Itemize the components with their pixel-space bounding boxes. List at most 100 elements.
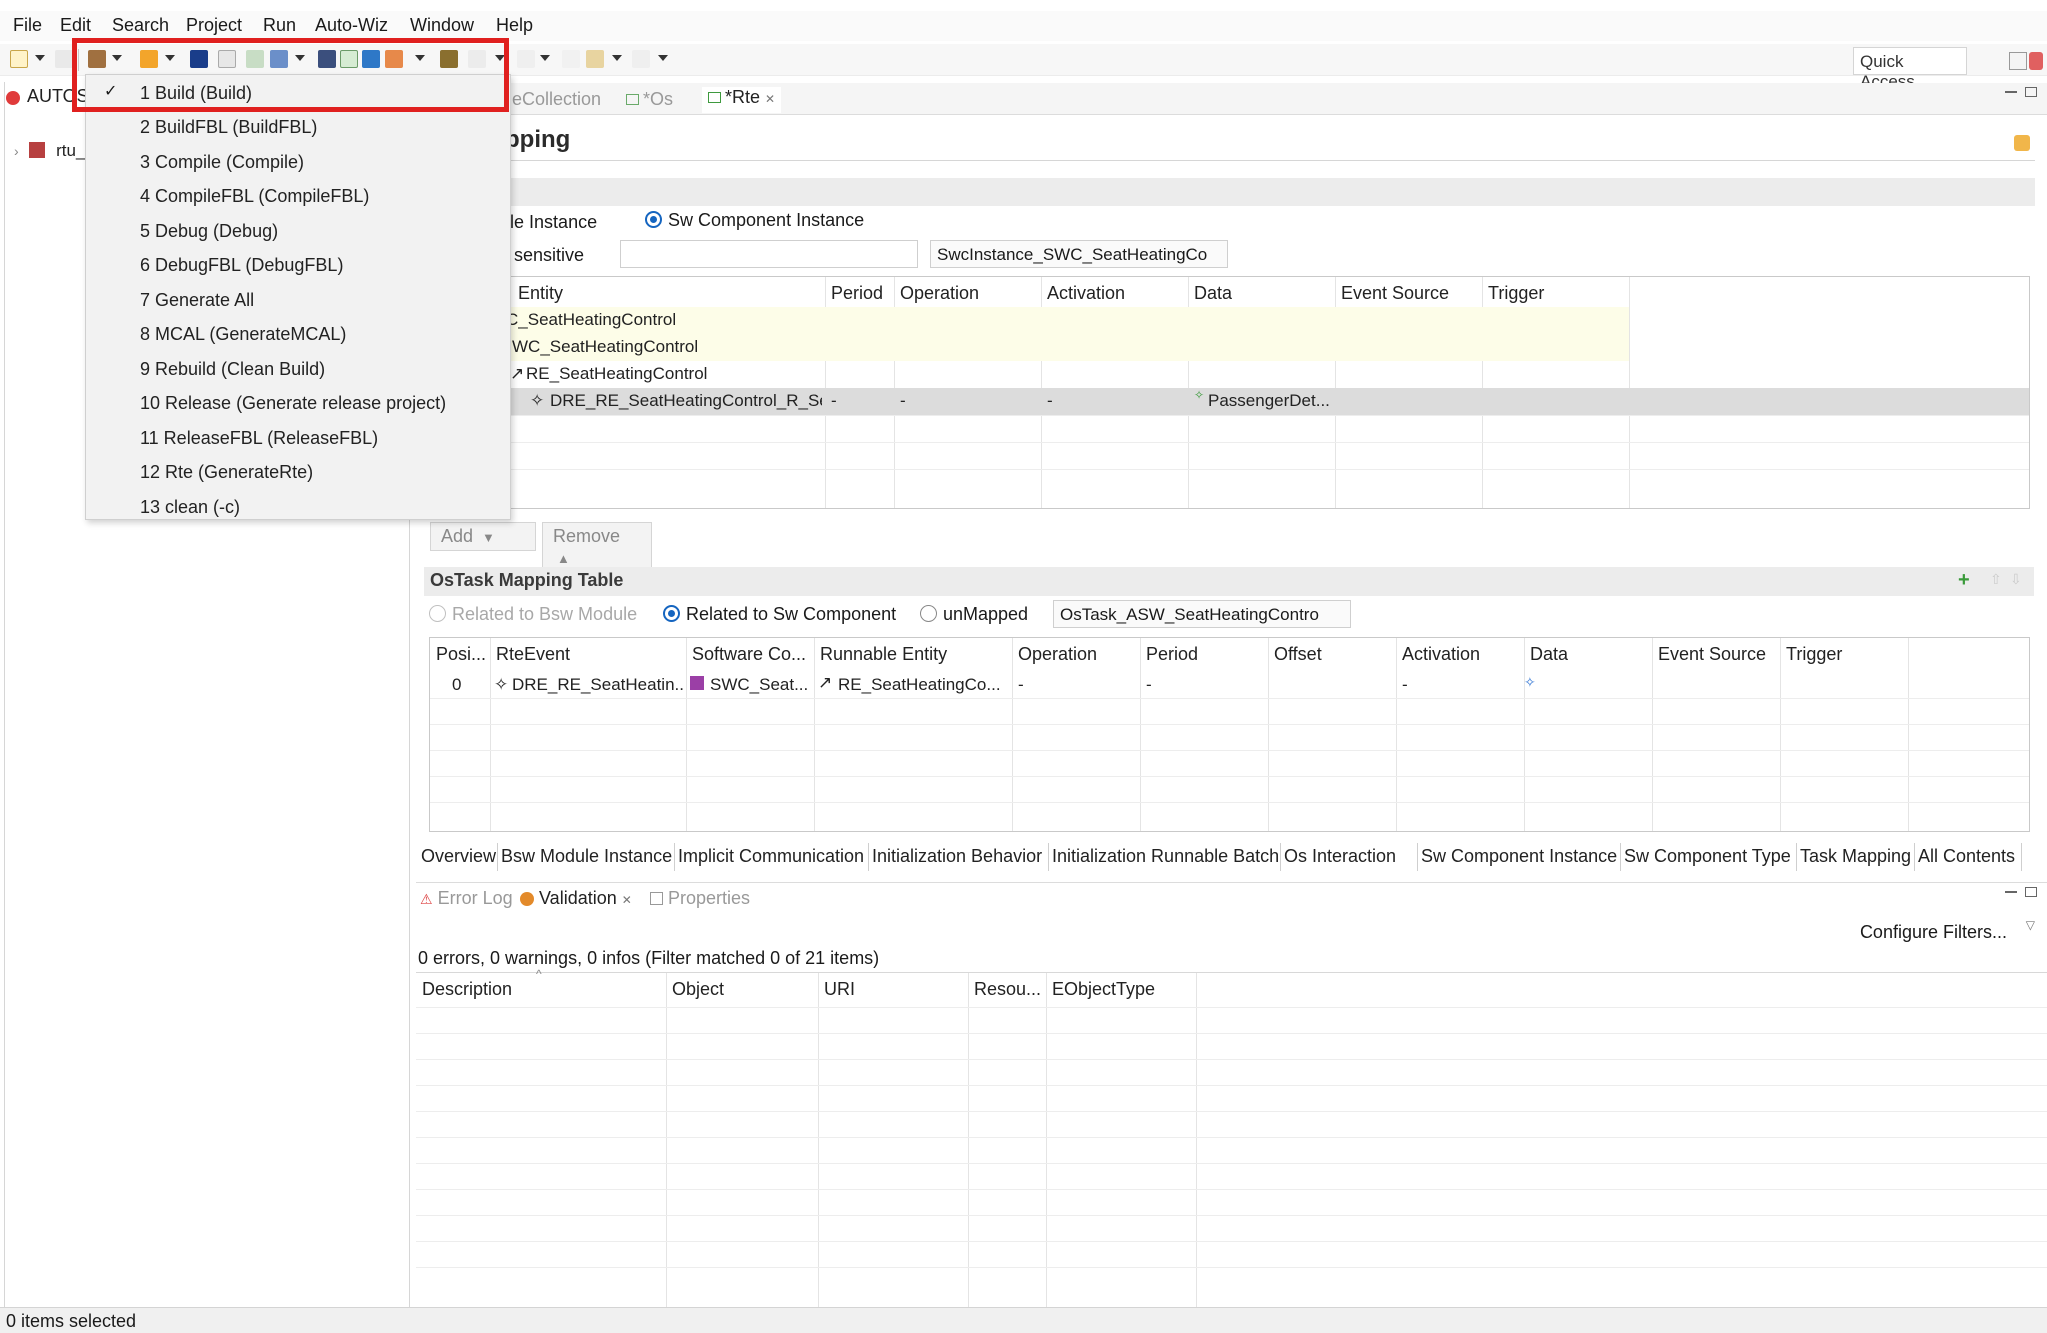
menu-item-rte[interactable]: 12 Rte (GenerateRte) bbox=[140, 462, 313, 483]
autosar-perspective-icon[interactable] bbox=[2029, 52, 2043, 70]
menu-item-releasefbl[interactable]: 11 ReleaseFBL (ReleaseFBL) bbox=[140, 428, 378, 449]
col-header-trigger[interactable]: Trigger bbox=[1488, 283, 1544, 304]
table-row[interactable]: ↗ RE_SeatHeatingControl bbox=[506, 361, 2029, 388]
col-header-data[interactable]: Data bbox=[1530, 644, 1568, 665]
col-header-operation[interactable]: Operation bbox=[1018, 644, 1097, 665]
chevron-down-icon[interactable] bbox=[658, 55, 668, 61]
quick-access-field[interactable]: Quick Access bbox=[1853, 47, 1967, 91]
tab-properties[interactable]: Properties bbox=[650, 888, 750, 909]
tab-implicit-communication[interactable]: Implicit Communication bbox=[675, 843, 869, 871]
menu-item-generate-all[interactable]: 7 Generate All bbox=[140, 290, 254, 311]
ostask-field[interactable]: OsTask_ASW_SeatHeatingContro bbox=[1053, 600, 1351, 628]
back-arrow-icon[interactable] bbox=[586, 50, 604, 68]
menu-file[interactable]: File bbox=[13, 15, 42, 36]
tab-rte[interactable]: *Rte ✕ bbox=[702, 87, 782, 113]
col-header-entity[interactable]: Entity bbox=[518, 283, 563, 304]
move-down-icon[interactable]: ⇩ bbox=[2010, 571, 2022, 588]
col-header-description[interactable]: Description bbox=[422, 979, 512, 1000]
tab-sw-component-instance[interactable]: Sw Component Instance bbox=[1418, 843, 1621, 871]
tab-task-mapping[interactable]: Task Mapping bbox=[1797, 843, 1915, 871]
menu-item-buildfbl[interactable]: 2 BuildFBL (BuildFBL) bbox=[140, 117, 317, 138]
col-header-period[interactable]: Period bbox=[831, 283, 883, 304]
table-row[interactable]: 0 ✧ DRE_RE_SeatHeatin... SWC_Seat... ↗ R… bbox=[430, 672, 2029, 698]
col-header-offset[interactable]: Offset bbox=[1274, 644, 1322, 665]
radio-sw-component-instance[interactable]: Sw Component Instance bbox=[645, 210, 864, 231]
radio-unmapped[interactable]: unMapped bbox=[920, 604, 1028, 625]
tab-os[interactable]: *Os bbox=[626, 89, 673, 110]
new-file-icon[interactable] bbox=[10, 50, 28, 68]
menu-item-debug[interactable]: 5 Debug (Debug) bbox=[140, 221, 278, 242]
tab-validation[interactable]: Validation ✕ bbox=[520, 888, 632, 909]
col-header-position[interactable]: Posi... bbox=[436, 644, 486, 665]
menu-item-rebuild[interactable]: 9 Rebuild (Clean Build) bbox=[140, 359, 325, 380]
tab-sw-component-type[interactable]: Sw Component Type bbox=[1621, 843, 1797, 871]
col-header-rte-event[interactable]: RteEvent bbox=[496, 644, 570, 665]
tab-initialization-behavior[interactable]: Initialization Behavior bbox=[869, 843, 1049, 871]
remove-button[interactable]: Remove ▲ bbox=[542, 522, 652, 572]
prev-annotation-icon[interactable] bbox=[517, 50, 535, 68]
menu-item-clean[interactable]: 13 clean (-c) bbox=[140, 497, 240, 518]
perspective-icon[interactable] bbox=[2009, 52, 2027, 70]
menu-edit[interactable]: Edit bbox=[60, 15, 91, 36]
tree-item-project[interactable]: › rtu_ bbox=[14, 141, 85, 161]
chevron-down-icon[interactable]: ▽ bbox=[2026, 918, 2035, 932]
col-header-eobjecttype[interactable]: EObjectType bbox=[1052, 979, 1155, 1000]
col-header-event-source[interactable]: Event Source bbox=[1658, 644, 1766, 665]
tab-bsw-module-instance[interactable]: Bsw Module Instance bbox=[498, 843, 675, 871]
menu-project[interactable]: Project bbox=[186, 15, 242, 36]
menu-auto-wiz[interactable]: Auto-Wiz bbox=[315, 15, 388, 36]
forward-arrow-icon[interactable] bbox=[632, 50, 650, 68]
col-header-software-component[interactable]: Software Co... bbox=[692, 644, 806, 665]
col-header-operation[interactable]: Operation bbox=[900, 283, 979, 304]
menu-item-compilefbl[interactable]: 4 CompileFBL (CompileFBL) bbox=[140, 186, 369, 207]
menu-item-debugfbl[interactable]: 6 DebugFBL (DebugFBL) bbox=[140, 255, 343, 276]
maximize-icon[interactable] bbox=[2025, 887, 2037, 897]
table-row[interactable]: C_SeatHeatingControl bbox=[506, 307, 1629, 334]
tab-overview[interactable]: Overview bbox=[418, 843, 498, 871]
col-header-resource[interactable]: Resou... bbox=[974, 979, 1041, 1000]
back-icon[interactable] bbox=[562, 50, 580, 68]
col-header-trigger[interactable]: Trigger bbox=[1786, 644, 1842, 665]
minimize-icon[interactable] bbox=[2005, 89, 2017, 93]
table-row-selected[interactable]: ✧ DRE_RE_SeatHeatingControl_R_Sea - - - … bbox=[506, 388, 2029, 415]
refresh-icon[interactable] bbox=[2014, 135, 2030, 151]
radio-button[interactable] bbox=[429, 605, 446, 622]
tab-error-log[interactable]: ⚠ Error Log bbox=[420, 888, 513, 909]
menu-item-mcal[interactable]: 8 MCAL (GenerateMCAL) bbox=[140, 324, 346, 345]
filter-input[interactable] bbox=[620, 240, 918, 268]
instance-field[interactable]: SwcInstance_SWC_SeatHeatingCo bbox=[930, 240, 1228, 268]
add-row-icon[interactable]: + bbox=[1958, 569, 1970, 592]
tab-initialization-runnable-batch[interactable]: Initialization Runnable Batch bbox=[1049, 843, 1281, 871]
radio-button[interactable] bbox=[645, 211, 662, 228]
menu-item-compile[interactable]: 3 Compile (Compile) bbox=[140, 152, 304, 173]
radio-button[interactable] bbox=[920, 605, 937, 622]
col-header-period[interactable]: Period bbox=[1146, 644, 1198, 665]
col-header-event-source[interactable]: Event Source bbox=[1341, 283, 1449, 304]
tab-ecollection[interactable]: eCollection bbox=[512, 89, 601, 110]
radio-button[interactable] bbox=[663, 605, 680, 622]
col-header-object[interactable]: Object bbox=[672, 979, 724, 1000]
close-icon[interactable]: ✕ bbox=[622, 893, 632, 907]
col-header-data[interactable]: Data bbox=[1194, 283, 1232, 304]
col-header-uri[interactable]: URI bbox=[824, 979, 855, 1000]
menu-search[interactable]: Search bbox=[112, 15, 169, 36]
chevron-down-icon[interactable] bbox=[612, 55, 622, 61]
menu-help[interactable]: Help bbox=[496, 15, 533, 36]
menu-window[interactable]: Window bbox=[410, 15, 474, 36]
col-header-activation[interactable]: Activation bbox=[1047, 283, 1125, 304]
minimize-icon[interactable] bbox=[2005, 889, 2017, 893]
chevron-down-icon[interactable] bbox=[540, 55, 550, 61]
chevron-right-icon[interactable]: › bbox=[14, 143, 19, 159]
configure-filters-link[interactable]: Configure Filters... bbox=[1860, 922, 2007, 943]
menu-item-release[interactable]: 10 Release (Generate release project) bbox=[140, 393, 446, 414]
radio-related-swc[interactable]: Related to Sw Component bbox=[663, 604, 896, 625]
table-row[interactable]: WC_SeatHeatingControl bbox=[506, 334, 1629, 361]
col-header-activation[interactable]: Activation bbox=[1402, 644, 1480, 665]
chevron-down-icon[interactable] bbox=[35, 55, 45, 61]
add-button[interactable]: Add ▼ bbox=[430, 522, 536, 551]
save-icon[interactable] bbox=[55, 50, 73, 68]
radio-related-bsw[interactable]: Related to Bsw Module bbox=[429, 604, 637, 625]
tab-os-interaction[interactable]: Os Interaction bbox=[1281, 843, 1418, 871]
maximize-icon[interactable] bbox=[2025, 87, 2037, 97]
col-header-runnable-entity[interactable]: Runnable Entity bbox=[820, 644, 947, 665]
